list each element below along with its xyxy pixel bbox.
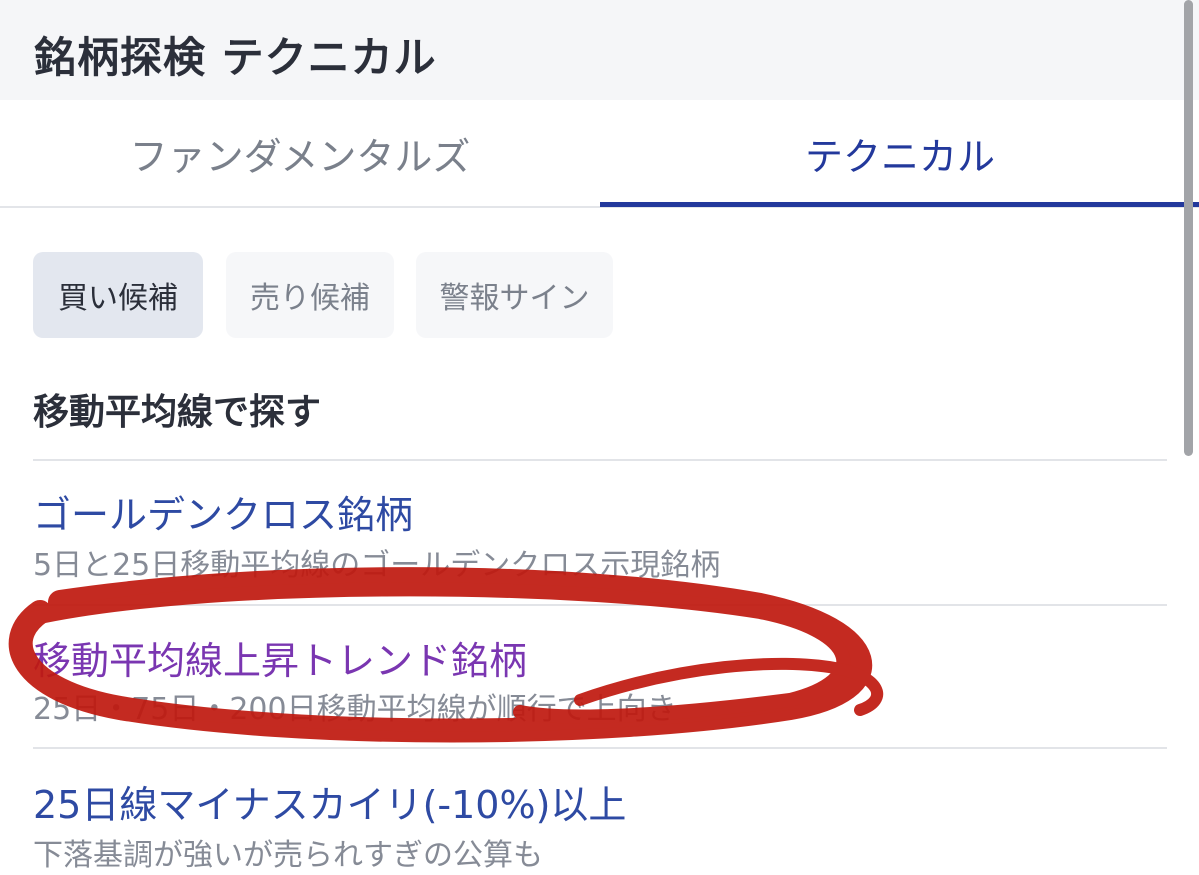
chip-buy-candidates[interactable]: 買い候補 bbox=[33, 252, 203, 338]
active-tab-indicator bbox=[600, 202, 1199, 207]
list-item-uptrend[interactable]: 移動平均線上昇トレンド銘柄 bbox=[33, 630, 527, 685]
page-title: 銘柄探検 テクニカル bbox=[34, 33, 437, 82]
list-item-golden-cross[interactable]: ゴールデンクロス銘柄 bbox=[33, 484, 413, 539]
tab-bar: ファンダメンタルズ テクニカル bbox=[0, 100, 1199, 208]
list-item-description: 25日・75日・200日移動平均線が順行で上向き bbox=[33, 692, 677, 727]
divider bbox=[33, 604, 1167, 606]
tab-technical[interactable]: テクニカル bbox=[600, 100, 1199, 206]
divider bbox=[33, 459, 1167, 461]
list-item-description: 5日と25日移動平均線のゴールデンクロス示現銘柄 bbox=[33, 548, 721, 583]
divider bbox=[33, 747, 1167, 749]
chip-warning-signs[interactable]: 警報サイン bbox=[416, 252, 613, 338]
chip-sell-candidates[interactable]: 売り候補 bbox=[226, 252, 394, 338]
list-item-negative-deviation[interactable]: 25日線マイナスカイリ(-10%)以上 bbox=[33, 774, 626, 829]
app-header: 銘柄探検 テクニカル bbox=[0, 0, 1199, 100]
list-item-description: 下落基調が強いが売られすぎの公算も bbox=[33, 838, 543, 873]
tab-fundamentals[interactable]: ファンダメンタルズ bbox=[0, 100, 600, 206]
section-title: 移動平均線で探す bbox=[33, 392, 322, 433]
scrollbar[interactable] bbox=[1184, 0, 1193, 456]
